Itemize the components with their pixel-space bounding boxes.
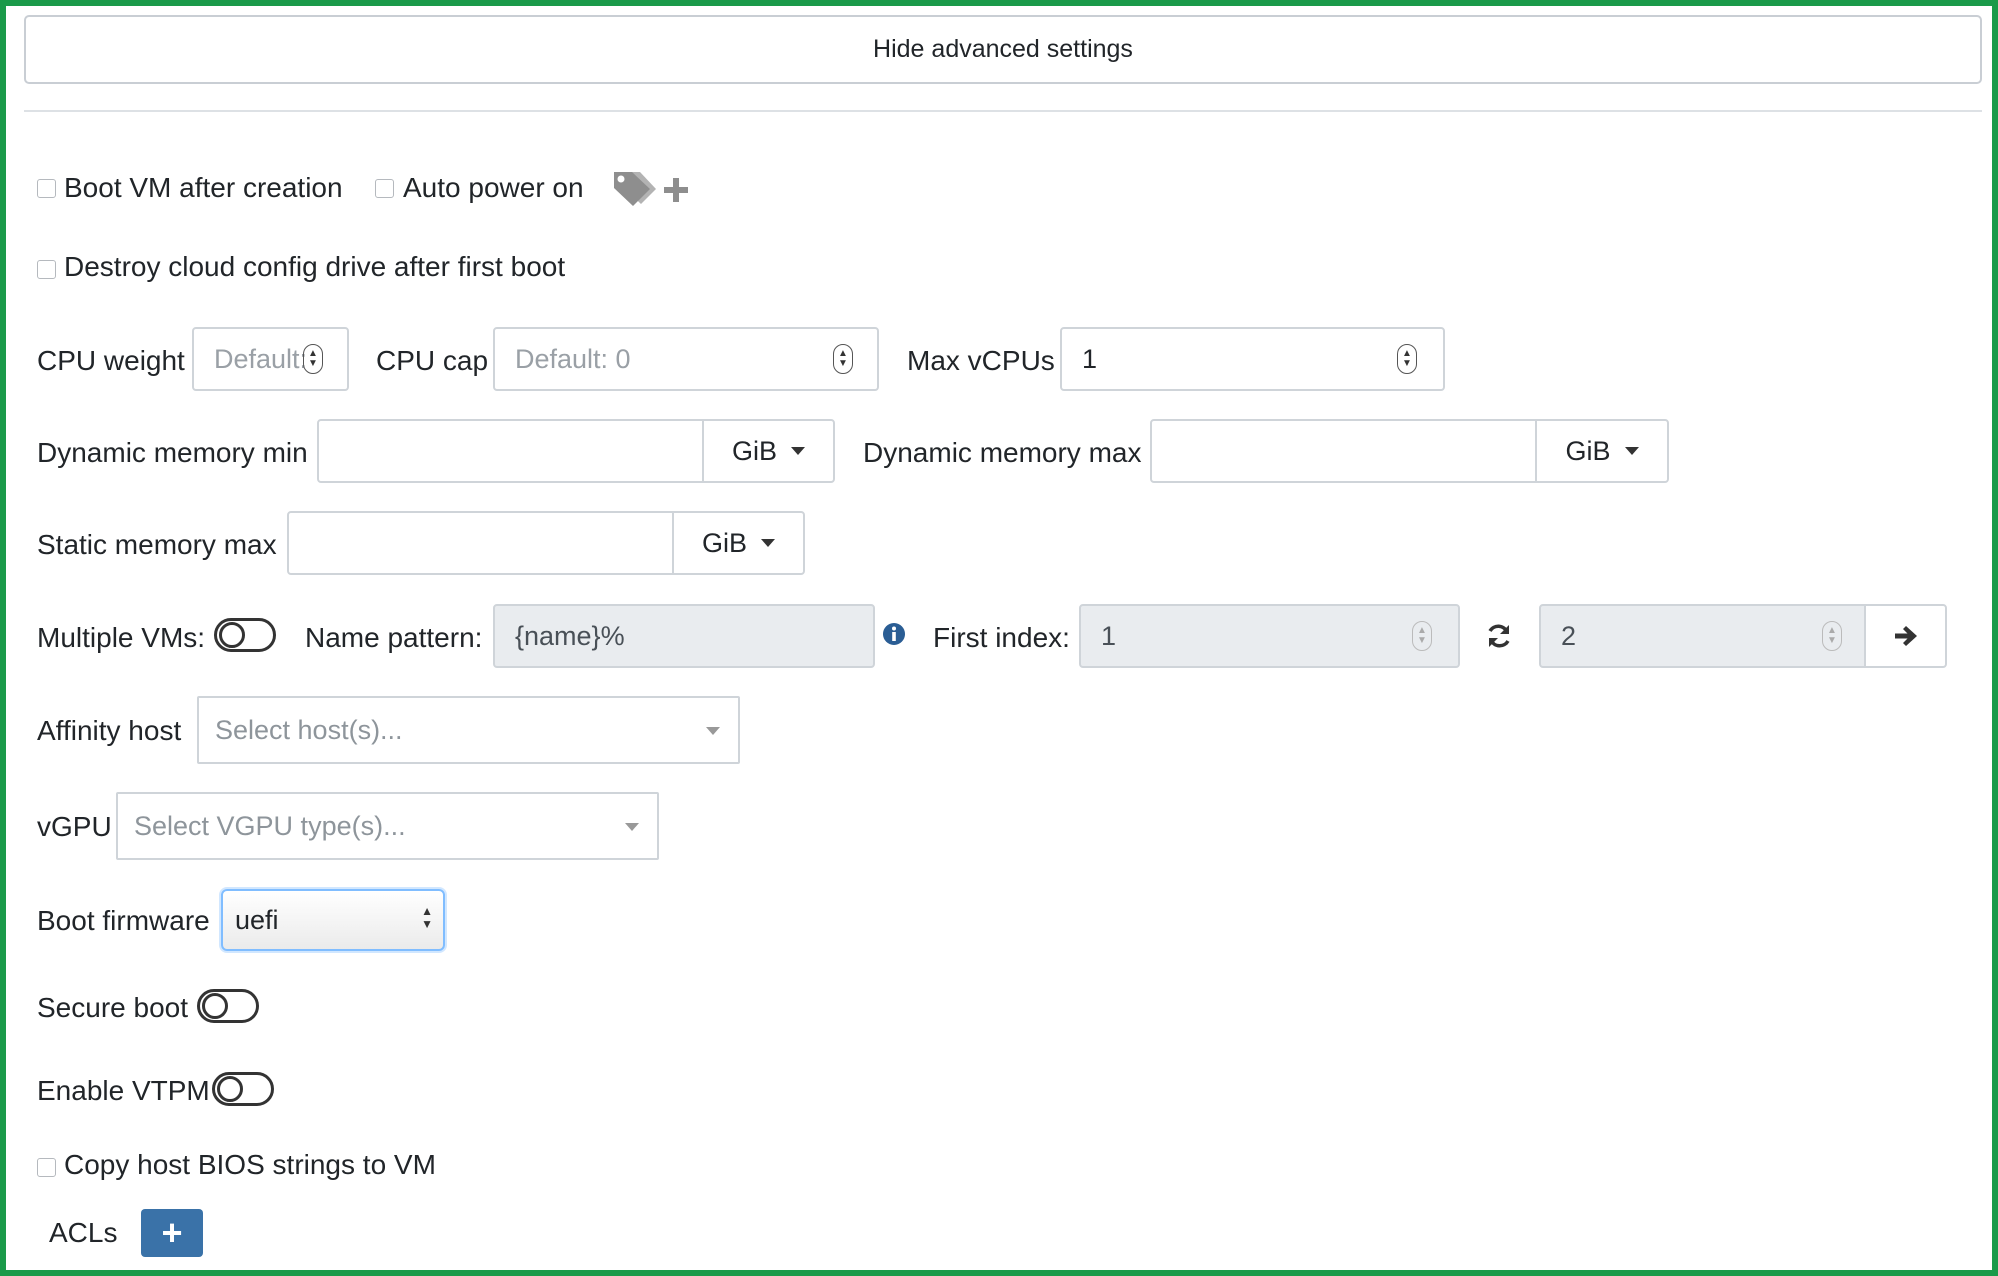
caret-down-icon [791,447,805,455]
vgpu-label: vGPU [37,811,112,842]
cpu-weight-placeholder: Default: 256 [214,343,306,374]
plus-icon[interactable] [662,176,690,204]
cpu-cap-input[interactable]: Default: 0 ▲ ▼ [493,327,879,391]
vgpu-select[interactable]: Select VGPU type(s)... [116,792,659,860]
first-index-value: 1 [1101,620,1117,651]
copy-bios-label: Copy host BIOS strings to VM [64,1149,436,1180]
boot-firmware-label: Boot firmware [37,905,210,936]
dynamic-memory-max-unit: GiB [1565,435,1611,466]
tags-icon [610,168,658,210]
enable-vtpm-label: Enable VTPM [37,1075,210,1106]
vm-count-input[interactable]: 2 ▲ ▼ [1539,604,1866,668]
max-vcpus-input[interactable]: 1 ▲ ▼ [1060,327,1445,391]
static-memory-max-unit-dropdown[interactable]: GiB [672,511,805,575]
dynamic-memory-min-unit-dropdown[interactable]: GiB [702,419,835,483]
dynamic-memory-min-unit: GiB [731,435,777,466]
max-vcpus-label: Max vCPUs [907,345,1055,376]
affinity-host-label: Affinity host [37,715,182,746]
dynamic-memory-max-input[interactable] [1150,419,1537,483]
add-acl-button[interactable]: + [141,1209,203,1257]
name-pattern-value: {name}% [515,620,625,651]
cpu-cap-spinner[interactable]: ▲ ▼ [833,344,853,374]
cpu-cap-label: CPU cap [376,345,489,376]
hide-advanced-settings-button[interactable]: Hide advanced settings [24,15,1982,84]
dynamic-memory-max-label: Dynamic memory max [863,437,1142,468]
first-index-label: First index: [933,622,1070,653]
cpu-weight-spinner[interactable]: ▲ ▼ [303,344,323,374]
secure-boot-label: Secure boot [37,992,188,1023]
secure-boot-toggle[interactable] [197,989,259,1023]
name-pattern-input[interactable]: {name}% [493,604,875,668]
cpu-weight-input[interactable]: Default: 256 ▲▼ [192,327,349,391]
max-vcpus-value: 1 [1082,343,1098,374]
static-memory-max-label: Static memory max [37,529,277,560]
caret-down-icon [1624,447,1639,455]
caret-down-icon [625,823,639,831]
caret-down-icon [706,727,720,735]
boot-vm-checkbox[interactable] [37,179,56,198]
static-memory-max-input[interactable] [287,511,674,575]
auto-power-on-label: Auto power on [403,172,584,203]
static-memory-max-unit: GiB [701,527,747,558]
refresh-icon[interactable] [1485,622,1513,650]
max-vcpus-spinner[interactable]: ▲ ▼ [1397,344,1417,374]
destroy-cloud-config-checkbox[interactable] [37,260,56,279]
dynamic-memory-max-unit-dropdown[interactable]: GiB [1535,419,1669,483]
multiple-vms-label: Multiple VMs: [37,622,206,653]
caret-down-icon [761,539,775,547]
first-index-spinner[interactable]: ▲ ▼ [1412,621,1432,651]
boot-firmware-select[interactable]: uefi ▲ ▼ [221,889,445,951]
enable-vtpm-toggle[interactable] [212,1072,274,1106]
vm-count-spinner[interactable]: ▲ ▼ [1822,621,1842,651]
apply-count-button[interactable] [1864,604,1947,668]
name-pattern-label: Name pattern: [305,622,483,653]
destroy-cloud-config-label: Destroy cloud config drive after first b… [64,251,566,282]
boot-firmware-value: uefi [235,904,279,935]
info-icon[interactable] [882,622,906,646]
vm-count-value: 2 [1561,620,1577,651]
arrow-right-icon [1894,626,1917,646]
copy-bios-checkbox[interactable] [37,1158,56,1177]
divider [24,110,1982,112]
first-index-input[interactable]: 1 ▲ ▼ [1079,604,1460,668]
vgpu-placeholder: Select VGPU type(s)... [134,810,406,841]
cpu-weight-label: CPU weight [37,345,185,376]
select-arrows-icon: ▲ ▼ [421,904,433,931]
boot-vm-label: Boot VM after creation [64,172,343,203]
affinity-host-select[interactable]: Select host(s)... [197,696,740,764]
dynamic-memory-min-input[interactable] [317,419,704,483]
affinity-host-placeholder: Select host(s)... [215,714,403,745]
cpu-cap-placeholder: Default: 0 [515,343,631,374]
multiple-vms-toggle[interactable] [214,618,276,652]
acls-label: ACLs [49,1217,118,1248]
dynamic-memory-min-label: Dynamic memory min [37,437,308,468]
auto-power-on-checkbox[interactable] [375,179,394,198]
